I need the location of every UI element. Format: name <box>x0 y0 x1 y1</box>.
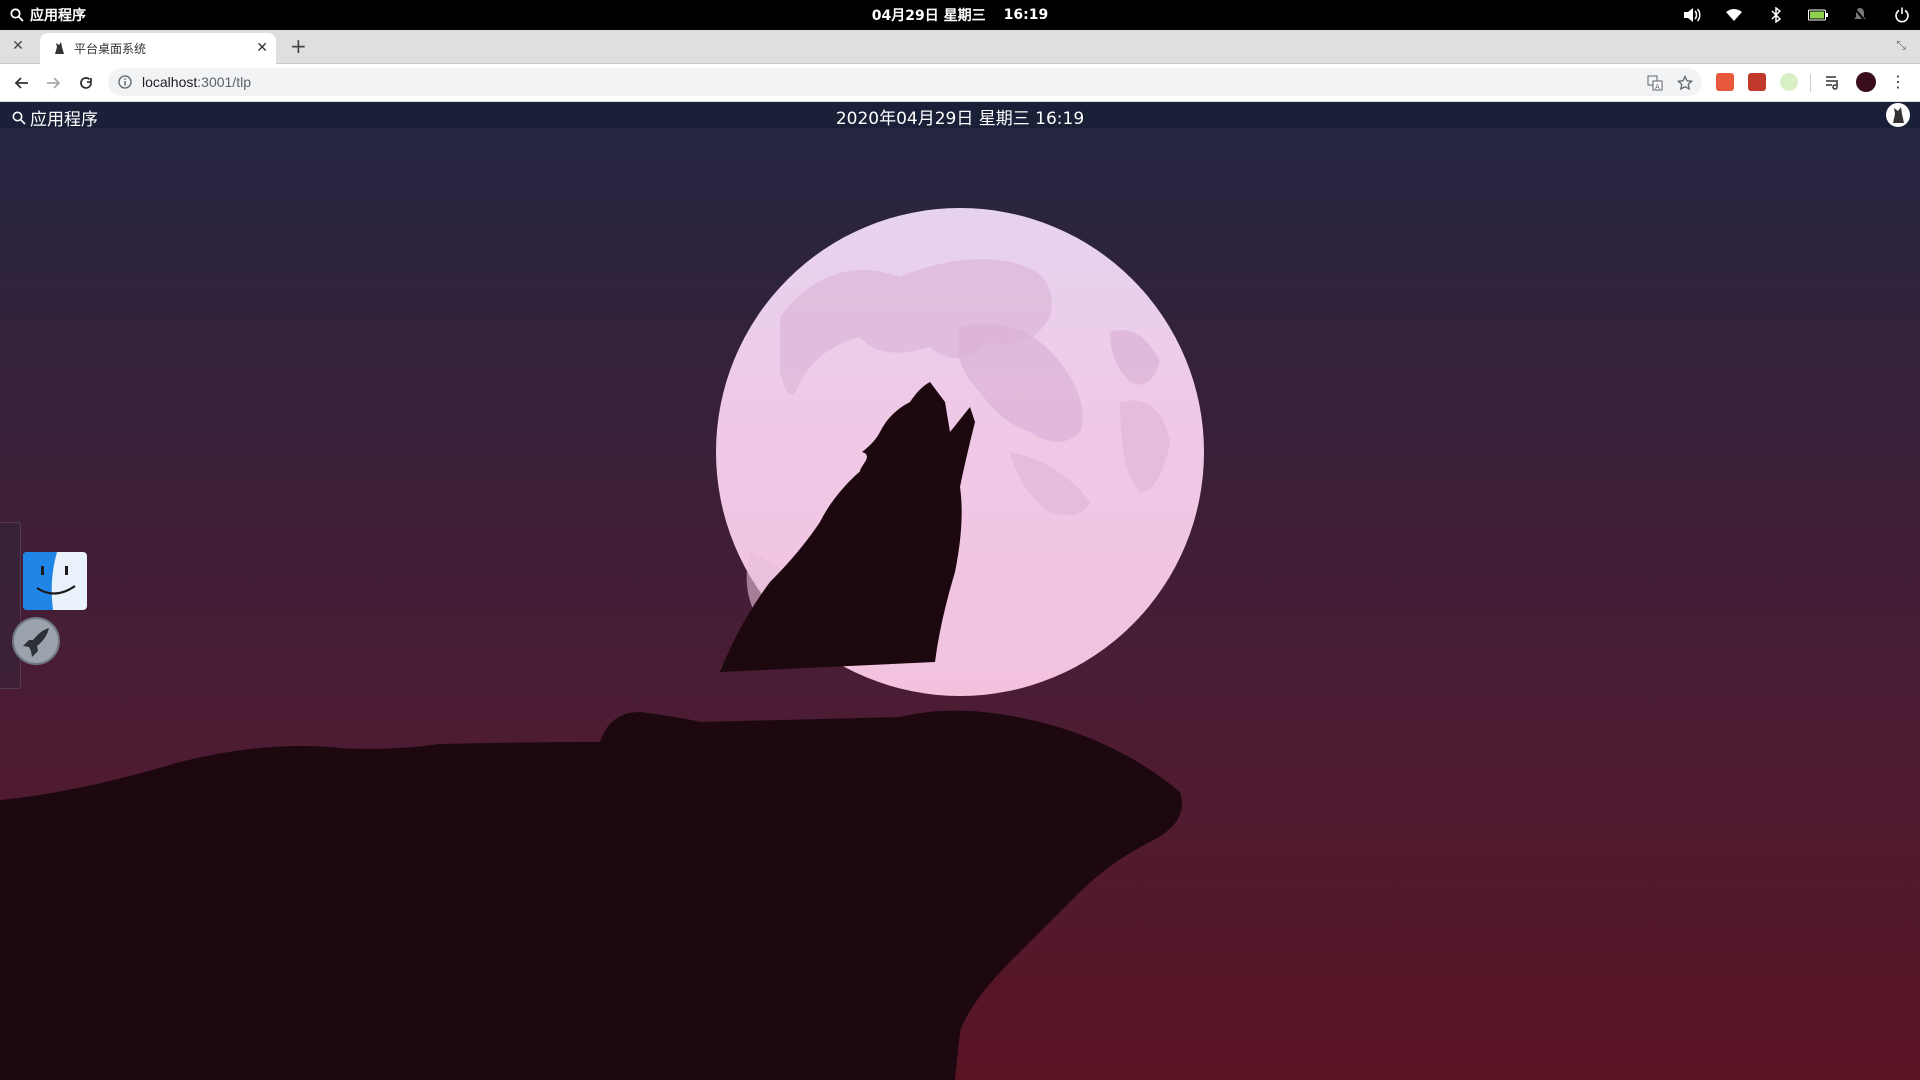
system-top-bar: 应用程序 04月29日 星期三 16:19 <box>0 0 1920 30</box>
forward-button[interactable] <box>43 72 65 94</box>
system-tray <box>1682 0 1912 30</box>
power-icon[interactable] <box>1892 5 1912 25</box>
url-path: :3001/tlp <box>197 74 251 90</box>
svg-text:A: A <box>1655 83 1660 91</box>
reload-icon <box>80 77 92 89</box>
clock[interactable]: 04月29日 星期三 16:19 <box>0 0 1920 30</box>
close-icon[interactable]: ✕ <box>10 38 26 54</box>
back-button[interactable] <box>10 72 32 94</box>
new-tab-button[interactable]: + <box>290 36 307 56</box>
tab-title: 平台桌面系统 <box>74 42 147 56</box>
desktop-datetime: 2020年04月29日 星期三 16:19 <box>835 109 1085 129</box>
wolf-favicon-icon <box>55 42 64 54</box>
bluetooth-icon[interactable] <box>1766 5 1786 25</box>
bookmark-star-icon[interactable] <box>1676 74 1694 92</box>
info-icon[interactable] <box>118 75 132 89</box>
launchpad-rocket-icon[interactable] <box>11 616 61 666</box>
menu-kebab-icon[interactable]: ⋮ <box>1890 73 1906 91</box>
desktop-page: 应用程序 2020年04月29日 星期三 16:19 <box>0 102 1920 1080</box>
tab-active[interactable]: 平台桌面系统 ✕ <box>40 33 276 64</box>
toolbar-divider <box>1810 74 1811 92</box>
address-bar[interactable]: localhost:3001/tlp A <box>108 68 1702 96</box>
arrow-left-icon <box>14 77 28 89</box>
clock-date: 04月29日 星期三 <box>871 8 986 24</box>
restore-window-icon[interactable]: ⤡ <box>1896 38 1906 53</box>
wifi-icon[interactable] <box>1724 5 1744 25</box>
reload-button[interactable] <box>75 72 97 94</box>
tab-strip: ✕ 平台桌面系统 ✕ + ⤡ <box>0 30 1920 64</box>
arrow-right-icon <box>47 77 61 89</box>
tab-close-icon[interactable]: ✕ <box>256 40 268 56</box>
url-text: localhost:3001/tlp <box>142 74 251 90</box>
user-avatar[interactable] <box>1886 103 1910 127</box>
clock-time: 16:19 <box>1003 7 1049 23</box>
volume-icon[interactable] <box>1682 5 1702 25</box>
extension-image-icon[interactable] <box>1748 73 1766 91</box>
extension-red-icon[interactable] <box>1716 73 1734 91</box>
url-host: localhost <box>142 74 198 90</box>
wallpaper <box>0 208 1204 1080</box>
translate-icon[interactable]: A <box>1646 74 1664 92</box>
wolf-avatar-icon <box>1893 107 1904 123</box>
extension-green-icon[interactable] <box>1780 73 1798 91</box>
media-queue-icon[interactable] <box>1824 73 1842 91</box>
finder-icon[interactable] <box>23 552 87 610</box>
desktop-top-bar: 应用程序 2020年04月29日 星期三 16:19 <box>0 102 1920 130</box>
battery-icon[interactable] <box>1808 5 1828 25</box>
browser-toolbar: localhost:3001/tlp A ⋮ <box>0 64 1920 102</box>
profile-avatar[interactable] <box>1856 72 1876 92</box>
notifications-muted-icon[interactable] <box>1850 5 1870 25</box>
